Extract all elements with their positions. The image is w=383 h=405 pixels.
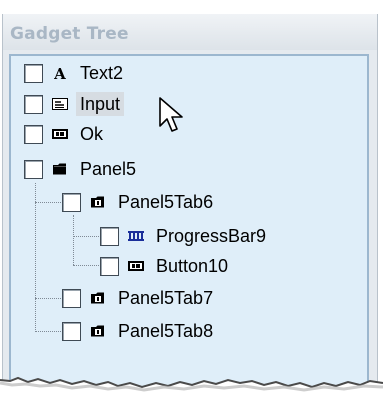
- checkbox[interactable]: [100, 256, 119, 276]
- mouse-pointer-icon: [158, 96, 188, 143]
- checkbox[interactable]: [24, 124, 43, 144]
- tree-guide-line: [35, 183, 36, 332]
- tree-item-label: Panel5: [80, 159, 137, 179]
- button-icon: [52, 126, 68, 142]
- torn-edge: [0, 376, 383, 405]
- checkbox[interactable]: [62, 192, 81, 212]
- tree-guide-line: [35, 298, 61, 299]
- tree-item-panel5tab7[interactable]: Panel5Tab7: [62, 284, 217, 312]
- progressbar-icon: [128, 228, 144, 244]
- tree-guide-line: [73, 236, 99, 237]
- checkbox[interactable]: [100, 226, 119, 246]
- tree-guide-line: [73, 265, 99, 266]
- tree-item-panel5tab6[interactable]: Panel5Tab6: [62, 188, 217, 216]
- tree-guide-line: [73, 215, 74, 265]
- tree-guide-line: [35, 202, 61, 203]
- input-icon: [52, 96, 68, 112]
- button-icon: [128, 258, 144, 274]
- tree-item-label: Button10: [156, 256, 229, 276]
- tree-item-label: ProgressBar9: [156, 226, 267, 246]
- text-icon: A: [52, 65, 68, 81]
- tree-item-button10[interactable]: Button10: [100, 252, 232, 280]
- tree-item-text2[interactable]: A Text2: [24, 59, 127, 87]
- tree-item-label: Panel5Tab8: [118, 321, 214, 341]
- checkbox[interactable]: [62, 288, 81, 308]
- checkbox[interactable]: [62, 321, 81, 341]
- tree-item-label: Panel5Tab6: [118, 192, 214, 212]
- tree-item-label: Input: [76, 92, 125, 116]
- tree-item-ok[interactable]: Ok: [24, 120, 107, 148]
- checkbox[interactable]: [24, 63, 43, 83]
- panel-header: Gadget Tree: [3, 14, 377, 50]
- tree-item-label: Panel5Tab7: [118, 288, 214, 308]
- tab-folder-icon: [90, 194, 106, 210]
- tree-item-panel5[interactable]: Panel5: [24, 155, 140, 183]
- svg-text:A: A: [53, 66, 66, 80]
- tab-folder-icon: [90, 323, 106, 339]
- checkbox[interactable]: [24, 159, 43, 179]
- tree-item-label: Text2: [80, 63, 124, 83]
- checkbox[interactable]: [24, 94, 43, 114]
- tree-item-progressbar9[interactable]: ProgressBar9: [100, 222, 270, 250]
- tree-item-label: Ok: [80, 124, 104, 144]
- folder-icon: [52, 161, 68, 177]
- panel-title: Gadget Tree: [10, 24, 129, 44]
- tree-item-panel5tab8[interactable]: Panel5Tab8: [62, 317, 217, 345]
- tab-folder-icon: [90, 290, 106, 306]
- tree-guide-line: [35, 331, 61, 332]
- tree-item-input[interactable]: Input: [24, 90, 125, 118]
